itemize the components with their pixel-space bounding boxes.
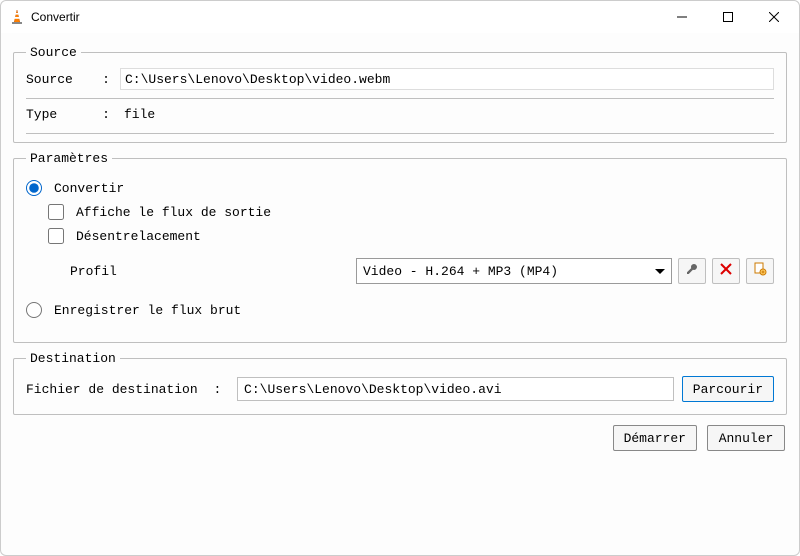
type-label: Type — [26, 107, 92, 122]
minimize-button[interactable] — [659, 2, 705, 32]
destination-file-input[interactable] — [237, 377, 674, 401]
profile-label: Profil — [70, 264, 350, 279]
checkbox-show-output-input[interactable] — [48, 204, 64, 220]
new-profile-button[interactable] — [746, 258, 774, 284]
divider — [26, 133, 774, 134]
action-buttons: Démarrer Annuler — [13, 415, 787, 451]
close-button[interactable] — [751, 2, 797, 32]
dialog-body: Source Source : Type : file Pa — [1, 33, 799, 555]
radio-dump-raw[interactable]: Enregistrer le flux brut — [26, 302, 774, 318]
destination-legend: Destination — [26, 351, 120, 366]
delete-profile-button[interactable] — [712, 258, 740, 284]
cancel-button[interactable]: Annuler — [707, 425, 785, 451]
convert-dialog: Convertir Source Source : Type : — [0, 0, 800, 556]
titlebar: Convertir — [1, 1, 799, 33]
parameters-group: Paramètres Convertir Affiche le flux de … — [13, 151, 787, 343]
start-button[interactable]: Démarrer — [613, 425, 697, 451]
radio-convert[interactable]: Convertir — [26, 180, 774, 196]
destination-group: Destination Fichier de destination : Par… — [13, 351, 787, 415]
wrench-icon — [685, 262, 699, 280]
chevron-down-icon — [655, 269, 665, 274]
profile-select[interactable]: Video - H.264 + MP3 (MP4) — [356, 258, 672, 284]
radio-convert-input[interactable] — [26, 180, 42, 196]
checkbox-show-output[interactable]: Affiche le flux de sortie — [48, 204, 774, 220]
radio-dump-raw-input[interactable] — [26, 302, 42, 318]
parameters-legend: Paramètres — [26, 151, 112, 166]
checkbox-show-output-label: Affiche le flux de sortie — [76, 205, 271, 220]
source-group: Source Source : Type : file — [13, 45, 787, 143]
checkbox-deinterlace-label: Désentrelacement — [76, 229, 201, 244]
x-icon — [719, 262, 733, 280]
source-label: Source — [26, 72, 92, 87]
radio-convert-label: Convertir — [54, 181, 124, 196]
checkbox-deinterlace[interactable]: Désentrelacement — [48, 228, 774, 244]
source-legend: Source — [26, 45, 81, 60]
divider — [26, 98, 774, 99]
document-new-icon — [753, 262, 767, 280]
destination-file-label: Fichier de destination — [26, 382, 198, 397]
radio-dump-raw-label: Enregistrer le flux brut — [54, 303, 241, 318]
source-path-field[interactable] — [120, 68, 774, 90]
window-title: Convertir — [31, 10, 80, 24]
vlc-icon — [9, 9, 25, 25]
edit-profile-button[interactable] — [678, 258, 706, 284]
browse-button[interactable]: Parcourir — [682, 376, 774, 402]
checkbox-deinterlace-input[interactable] — [48, 228, 64, 244]
profile-value: Video - H.264 + MP3 (MP4) — [363, 264, 655, 279]
maximize-button[interactable] — [705, 2, 751, 32]
source-path-input[interactable] — [125, 68, 769, 90]
type-value: file — [120, 105, 774, 124]
